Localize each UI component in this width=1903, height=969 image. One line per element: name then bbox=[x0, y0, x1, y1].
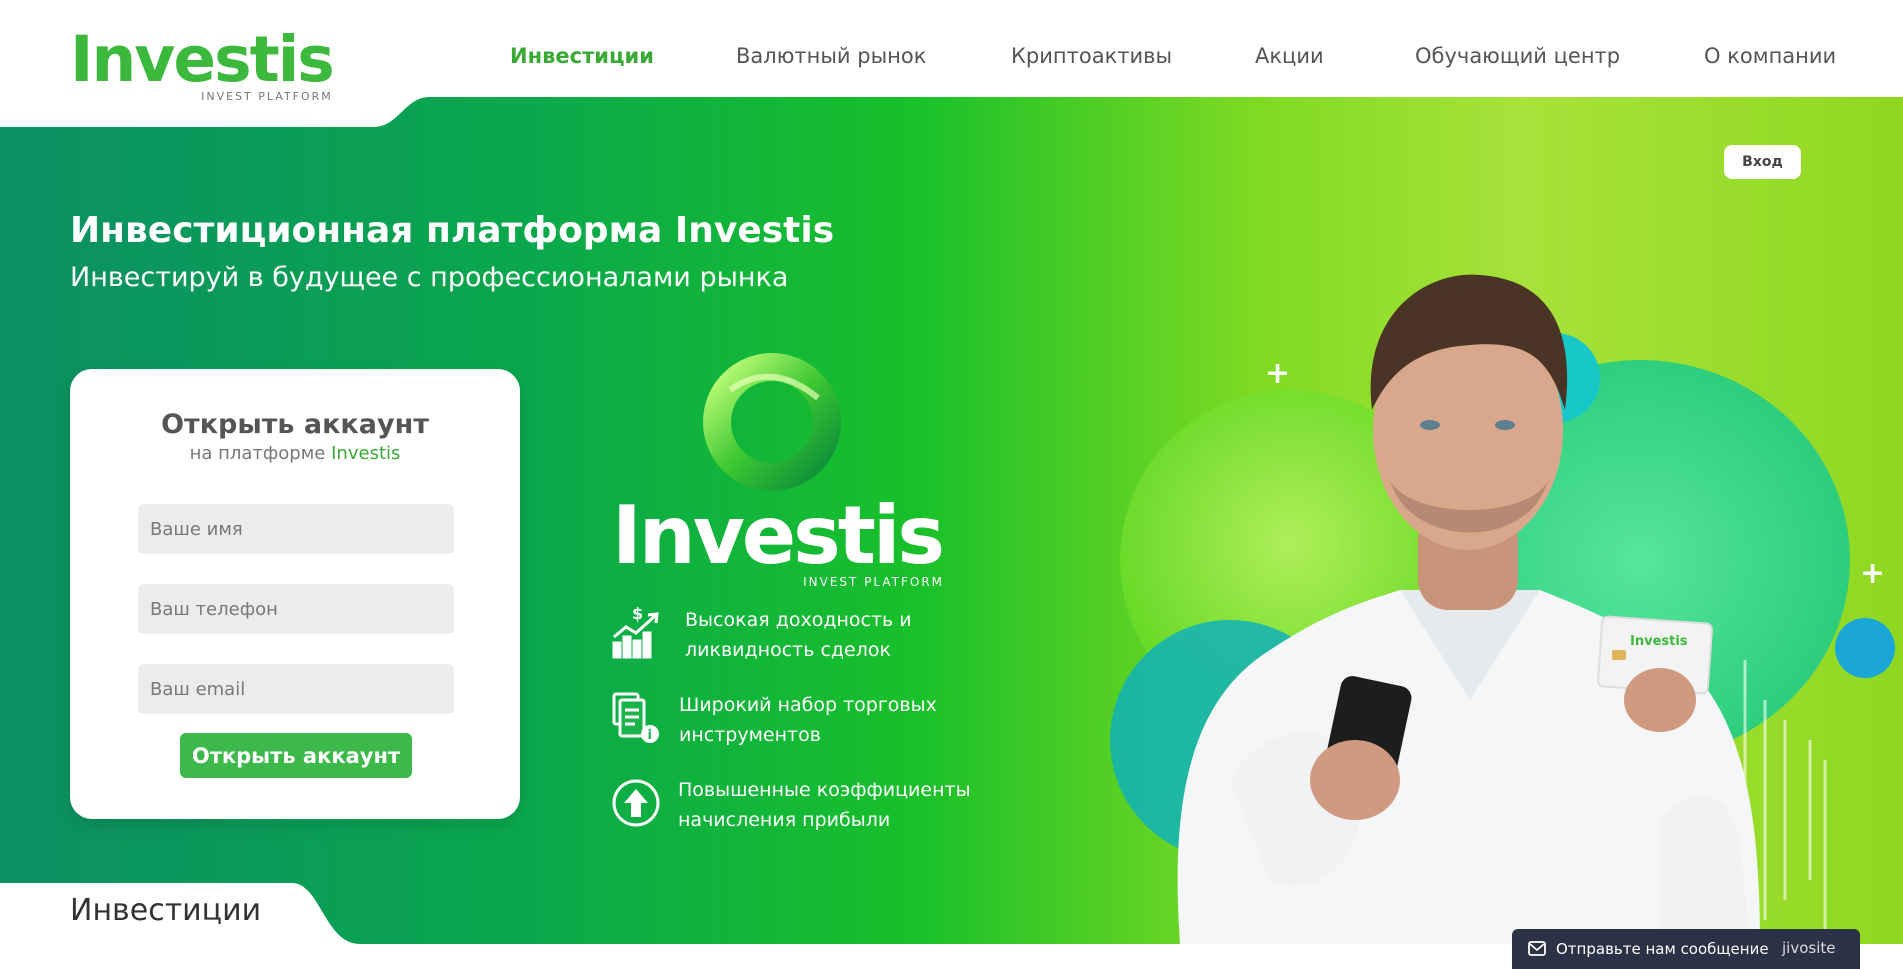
chat-widget[interactable]: Отправьте нам сообщение jivosite bbox=[1512, 929, 1860, 969]
logo-wordmark: Investis bbox=[70, 23, 335, 96]
center-brand-logo: Investis INVEST PLATFORM bbox=[612, 489, 945, 590]
signup-subtitle-brand: Investis bbox=[331, 443, 401, 464]
section-title-investments: Инвестиции bbox=[70, 893, 262, 928]
hero-subtitle: Инвестируй в будущее с профессионалами р… bbox=[70, 262, 789, 293]
nav-item-stocks[interactable]: Акции bbox=[1255, 44, 1324, 68]
plus-decor-icon: + bbox=[1860, 556, 1886, 591]
center-logo-wordmark: Investis bbox=[612, 489, 945, 582]
hero-person-image: Investis bbox=[1177, 274, 1760, 944]
brand-logo[interactable]: Investis INVEST PLATFORM bbox=[70, 23, 335, 103]
growth-chart-icon: $ bbox=[612, 605, 659, 659]
ring-logo-icon bbox=[703, 353, 841, 491]
card-brand-text: Investis bbox=[1630, 634, 1688, 649]
name-input[interactable] bbox=[138, 504, 454, 554]
svg-text:i: i bbox=[648, 728, 652, 743]
signup-subtitle: на платформе Investis bbox=[70, 443, 520, 464]
nav-item-investments[interactable]: Инвестиции bbox=[510, 44, 654, 68]
nav-item-education[interactable]: Обучающий центр bbox=[1415, 44, 1620, 68]
chat-brand: jivosite bbox=[1782, 939, 1836, 957]
login-button[interactable]: Вход bbox=[1724, 145, 1801, 179]
documents-info-icon: i bbox=[612, 692, 659, 743]
nav-item-crypto[interactable]: Криптоактивы bbox=[1011, 44, 1172, 68]
chat-label: Отправьте нам сообщение bbox=[1556, 940, 1769, 958]
envelope-icon bbox=[1528, 941, 1546, 956]
signup-card: Открыть аккаунт на платформе Investis От… bbox=[70, 369, 520, 819]
logo-tagline: INVEST PLATFORM bbox=[201, 90, 333, 103]
hero-title: Инвестиционная платформа Investis bbox=[70, 210, 835, 251]
feature-text: Высокая доходность и ликвидность сделок bbox=[685, 609, 912, 661]
svg-text:$: $ bbox=[632, 605, 643, 623]
arrow-up-circle-icon bbox=[612, 779, 660, 827]
email-input[interactable] bbox=[138, 664, 454, 714]
feature-text: Широкий набор торговых инструментов bbox=[679, 694, 937, 746]
open-account-button[interactable]: Открыть аккаунт bbox=[180, 733, 412, 778]
nav-item-forex[interactable]: Валютный рынок bbox=[736, 44, 926, 68]
plus-decor-icon: + bbox=[1265, 356, 1291, 391]
phone-input[interactable] bbox=[138, 584, 454, 634]
nav-item-about[interactable]: О компании bbox=[1704, 44, 1836, 68]
center-logo-tagline: INVEST PLATFORM bbox=[803, 575, 945, 589]
signup-title: Открыть аккаунт bbox=[161, 409, 429, 440]
signup-subtitle-prefix: на платформе bbox=[189, 443, 326, 464]
feature-text: Повышенные коэффициенты начисления прибы… bbox=[678, 779, 971, 831]
site-header: Investis INVEST PLATFORM Инвестиции Валю… bbox=[0, 0, 1903, 103]
